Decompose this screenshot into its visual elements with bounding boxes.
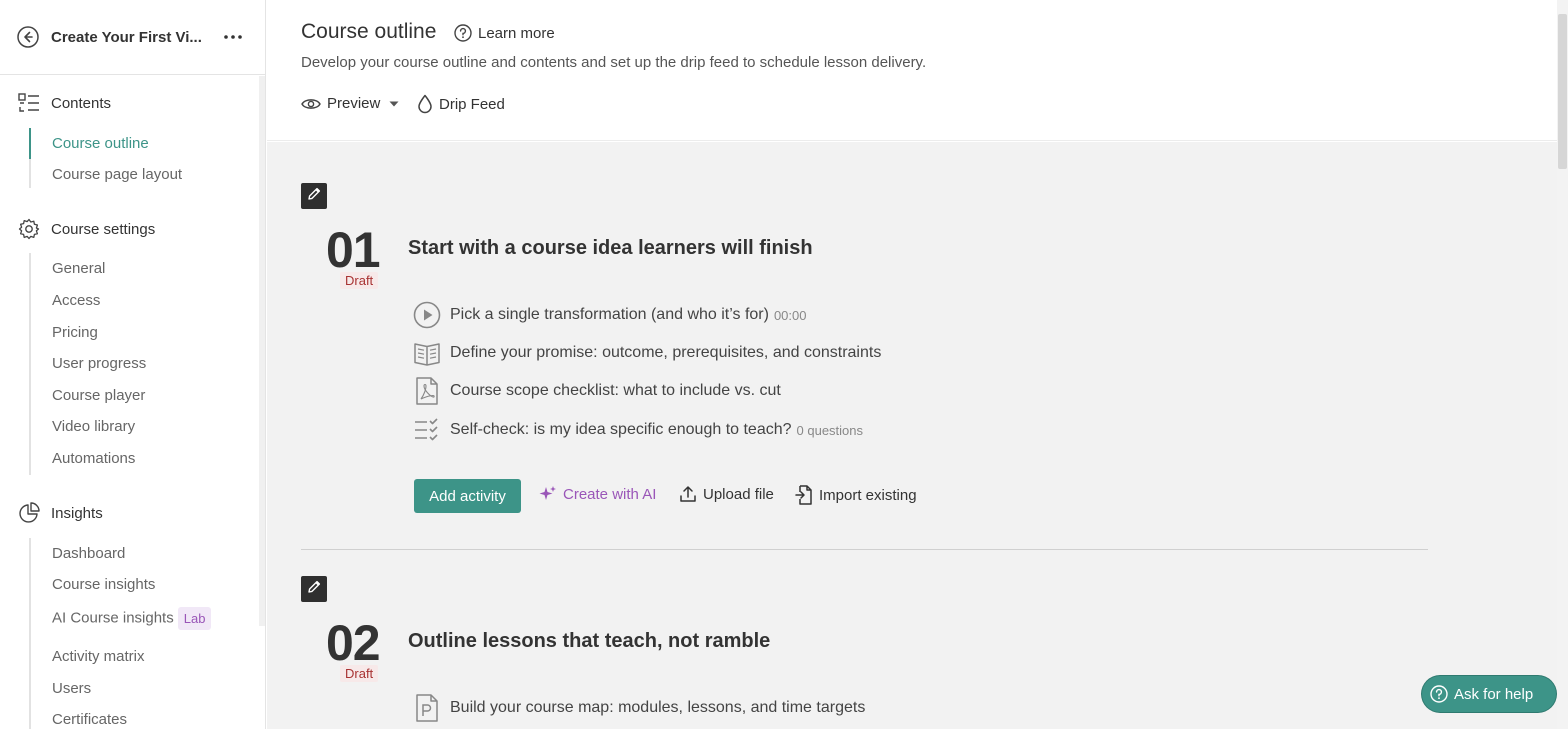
ask-for-help-button[interactable]: Ask for help <box>1422 676 1556 712</box>
chapter-title[interactable]: Start with a course idea learners will f… <box>408 237 813 260</box>
edit-chapter-button[interactable] <box>301 183 327 209</box>
page-header: Course outline Learn more Develop your c… <box>267 0 1557 141</box>
activity-item[interactable]: Self-check: is my idea specific enough t… <box>413 416 863 444</box>
upload-file-label: Upload file <box>703 485 774 503</box>
import-existing-button[interactable]: Import existing <box>795 485 917 505</box>
sidebar-item-label: AI Course insights <box>52 609 174 627</box>
sidebar-item-ai-course-insights[interactable]: AI Course insights Lab <box>31 607 212 630</box>
activity-label: Course scope checklist: what to include … <box>450 382 781 399</box>
sidebar-section-course-settings[interactable]: Course settings <box>17 217 155 241</box>
sidebar-item-activity-matrix[interactable]: Activity matrix <box>31 648 145 665</box>
sidebar-section-label: Course settings <box>51 220 156 238</box>
course-outline-content: 01 Draft Start with a course idea learne… <box>267 142 1557 729</box>
lab-badge: Lab <box>177 607 212 630</box>
video-play-icon <box>413 301 441 329</box>
sidebar-header: Create Your First Vi... <box>0 0 265 75</box>
contents-list-icon <box>17 91 41 115</box>
drip-feed-button[interactable]: Drip Feed <box>417 94 505 114</box>
pdf-file-icon <box>413 377 441 405</box>
eye-icon <box>301 97 321 111</box>
main-scrollbar[interactable] <box>1557 0 1568 729</box>
chapter-number: 02 <box>326 615 381 671</box>
sidebar-item-course-insights[interactable]: Course insights <box>31 576 155 593</box>
sidebar-item-course-page-layout[interactable]: Course page layout <box>31 166 182 183</box>
sidebar-item-dashboard[interactable]: Dashboard <box>31 545 125 562</box>
back-arrow-icon[interactable] <box>17 26 39 48</box>
help-circle-icon <box>1430 685 1448 703</box>
sidebar-item-course-outline[interactable]: Course outline <box>29 128 149 159</box>
activity-label: Build your course map: modules, lessons,… <box>450 699 866 716</box>
sidebar-section-label: Insights <box>51 504 103 522</box>
course-title: Create Your First Vi... <box>51 28 202 46</box>
sidebar-item-user-progress[interactable]: User progress <box>31 355 146 372</box>
pencil-icon <box>306 579 322 600</box>
pencil-icon <box>306 186 322 207</box>
activity-label: Self-check: is my idea specific enough t… <box>450 421 792 438</box>
sidebar: Create Your First Vi... Contents Course … <box>0 0 266 729</box>
contents-group: Course outline Course page layout <box>29 128 182 188</box>
caret-down-icon[interactable] <box>389 101 399 107</box>
import-document-icon <box>795 485 813 505</box>
activity-item[interactable]: Define your promise: outcome, prerequisi… <box>413 339 881 367</box>
more-options-icon[interactable] <box>223 35 243 39</box>
activity-item[interactable]: Build your course map: modules, lessons,… <box>413 694 865 722</box>
activity-label: Pick a single transformation (and who it… <box>450 306 769 323</box>
pie-chart-icon <box>17 501 41 525</box>
draft-status-badge: Draft <box>340 272 379 289</box>
upload-file-button[interactable]: Upload file <box>679 485 774 503</box>
create-with-ai-button[interactable]: Create with AI <box>539 485 656 503</box>
sidebar-scrollbar[interactable] <box>259 76 265 626</box>
import-existing-label: Import existing <box>819 486 917 504</box>
gear-icon <box>17 217 41 241</box>
settings-group: General Access Pricing User progress Cou… <box>29 253 146 475</box>
sparkle-icon <box>539 485 557 503</box>
insights-group: Dashboard Course insights AI Course insi… <box>29 538 212 729</box>
edit-chapter-button[interactable] <box>301 576 327 602</box>
activity-label: Define your promise: outcome, prerequisi… <box>450 344 882 361</box>
sidebar-item-video-library[interactable]: Video library <box>31 418 135 435</box>
presentation-file-icon <box>413 694 441 722</box>
sidebar-item-access[interactable]: Access <box>31 292 100 309</box>
sidebar-item-course-player[interactable]: Course player <box>31 387 145 404</box>
page-title: Course outline <box>301 20 437 43</box>
chapter-divider <box>301 549 1428 550</box>
preview-label: Preview <box>327 95 381 112</box>
learn-more-label: Learn more <box>478 24 555 42</box>
upload-icon <box>679 485 697 503</box>
sidebar-section-insights[interactable]: Insights <box>17 501 103 525</box>
activity-question-count: 0 questions <box>796 422 864 438</box>
chapter-title[interactable]: Outline lessons that teach, not ramble <box>408 630 770 653</box>
learn-more-link[interactable]: Learn more <box>454 24 555 42</box>
activity-duration: 00:00 <box>773 307 807 323</box>
sidebar-item-pricing[interactable]: Pricing <box>31 324 98 341</box>
chapter-number: 01 <box>326 222 381 278</box>
drip-feed-label: Drip Feed <box>439 95 505 113</box>
open-book-icon <box>413 339 441 367</box>
sidebar-item-automations[interactable]: Automations <box>31 450 135 467</box>
sidebar-item-certificates[interactable]: Certificates <box>31 711 127 728</box>
activity-item[interactable]: Course scope checklist: what to include … <box>413 377 781 405</box>
activity-item[interactable]: Pick a single transformation (and who it… <box>413 301 807 329</box>
preview-button[interactable]: Preview <box>301 95 399 112</box>
scrollbar-thumb[interactable] <box>1558 14 1567 169</box>
sidebar-section-contents[interactable]: Contents <box>17 91 111 115</box>
sidebar-section-label: Contents <box>51 94 112 112</box>
create-with-ai-label: Create with AI <box>563 485 657 503</box>
quiz-checklist-icon <box>413 416 441 444</box>
sidebar-item-general[interactable]: General <box>31 260 105 277</box>
help-circle-icon <box>454 24 472 42</box>
add-activity-button[interactable]: Add activity <box>414 479 521 513</box>
sidebar-item-users[interactable]: Users <box>31 680 91 697</box>
drop-icon <box>417 94 433 114</box>
draft-status-badge: Draft <box>340 665 379 682</box>
page-subtitle: Develop your course outline and contents… <box>301 54 927 71</box>
ask-for-help-label: Ask for help <box>1454 685 1534 703</box>
